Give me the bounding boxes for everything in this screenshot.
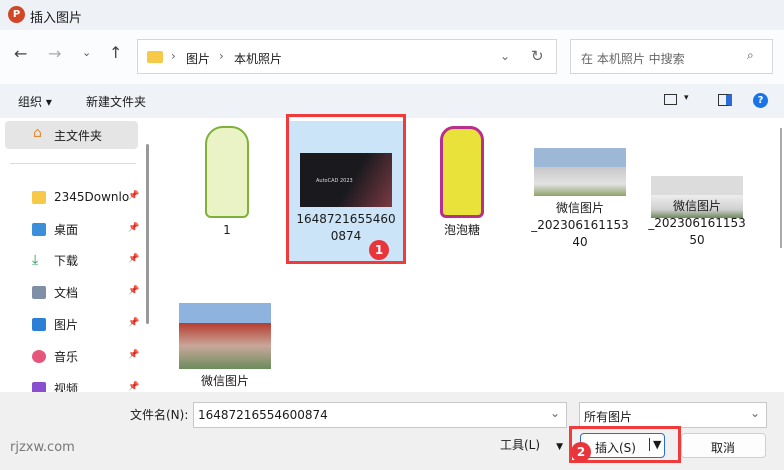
tools-button[interactable]: 工具(L) ▼ — [500, 436, 563, 453]
watermark: rjzxw.com — [10, 440, 75, 455]
sidebar-item-documents[interactable]: 文档 — [32, 280, 78, 304]
desktop-icon — [32, 222, 46, 236]
file-name: 1 — [223, 223, 231, 237]
annotation-box-selected — [286, 114, 406, 264]
folder-icon — [32, 190, 46, 204]
file-name: 微信图片 — [200, 374, 249, 388]
file-item[interactable]: 1 — [169, 126, 285, 239]
file-type-select[interactable]: 所有图片 ⌄ — [579, 402, 767, 428]
pin-icon: 📌 — [128, 382, 140, 392]
step-badge-1: 1 — [369, 240, 389, 260]
file-name: 泡泡糖 — [443, 223, 480, 237]
music-icon — [32, 349, 46, 363]
pin-icon: 📌 — [128, 254, 140, 264]
sidebar-item-downloads[interactable]: ⤓ 下载 — [32, 248, 78, 272]
step-badge-2: 2 — [571, 442, 591, 462]
sidebar-item-label: 桌面 — [54, 222, 79, 237]
filename-input[interactable]: 16487216554600874 ⌄ — [193, 402, 567, 428]
breadcrumb-pictures[interactable]: 图片 — [186, 50, 210, 67]
sidebar-item-desktop[interactable]: 桌面 — [32, 217, 78, 241]
help-icon[interactable]: ? — [753, 93, 768, 108]
view-icon[interactable] — [664, 94, 677, 105]
pin-icon: 📌 — [128, 286, 140, 296]
recent-dropdown-icon[interactable]: ⌄ — [82, 46, 91, 59]
chevron-right-icon: › — [219, 49, 224, 63]
navigation-bar: ← → ⌄ ↑ › 图片 › 本机照片 ⌄ ↻ 在 本机照片 中搜索 ⌕ — [0, 30, 784, 84]
new-folder-button[interactable]: 新建文件夹 — [86, 93, 146, 110]
command-bar: 组织 ▾ 新建文件夹 ▾ ? — [0, 84, 784, 118]
file-thumbnail — [205, 126, 249, 218]
file-item[interactable]: 微信图片 _202306161153 50 — [639, 176, 755, 249]
tools-label: 工具(L) — [500, 438, 541, 452]
home-icon: ⌂ — [33, 125, 42, 141]
content-scrollbar[interactable] — [780, 128, 782, 248]
file-name: 微信图片 _202306161153 50 — [648, 199, 746, 247]
download-icon: ⤓ — [32, 252, 39, 268]
sidebar-item-music[interactable]: 音乐 — [32, 344, 78, 368]
file-item[interactable]: 微信图片 _202306161153 40 — [522, 148, 638, 251]
search-icon[interactable]: ⌕ — [747, 48, 754, 63]
sidebar-item-label: 下载 — [54, 253, 79, 268]
cancel-label: 取消 — [711, 441, 736, 455]
address-bar[interactable]: › 图片 › 本机照片 ⌄ ↻ — [137, 39, 557, 74]
file-list: 1 AutoCAD 2023 1648721655460 0874 泡泡糖 微信… — [155, 118, 784, 392]
forward-icon[interactable]: → — [48, 44, 61, 63]
file-name: 微信图片 _202306161153 40 — [531, 201, 629, 249]
sidebar-item-home[interactable]: ⌂ 主文件夹 — [5, 121, 138, 149]
file-thumbnail — [440, 126, 484, 218]
file-type-value: 所有图片 — [584, 410, 633, 424]
sidebar-scrollbar[interactable] — [146, 144, 149, 324]
preview-pane-icon[interactable] — [718, 94, 732, 106]
address-dropdown-icon[interactable]: ⌄ — [500, 49, 510, 63]
organize-button[interactable]: 组织 ▾ — [18, 93, 52, 110]
picture-icon — [32, 317, 46, 331]
sidebar-item-label: 主文件夹 — [54, 129, 103, 143]
divider — [10, 163, 136, 164]
folder-icon — [147, 51, 163, 63]
navigation-pane: ⌂ 主文件夹 2345Downlo 桌面 ⤓ 下载 文档 图片 音乐 视频 📌 📌… — [0, 118, 150, 396]
pin-icon: 📌 — [128, 191, 140, 201]
sidebar-item-label: 音乐 — [54, 349, 79, 364]
sidebar-item-label: 图片 — [54, 317, 79, 332]
view-dropdown-icon[interactable]: ▾ — [684, 93, 689, 103]
sidebar-item-label: 文档 — [54, 285, 79, 300]
dropdown-icon: ▼ — [556, 442, 563, 452]
refresh-icon[interactable]: ↻ — [531, 47, 544, 65]
filename-label: 文件名(N): — [130, 408, 189, 422]
document-icon — [32, 285, 46, 299]
chevron-right-icon: › — [171, 49, 176, 63]
powerpoint-icon: P — [8, 6, 25, 23]
sidebar-item-2345downloads[interactable]: 2345Downlo — [32, 185, 129, 209]
file-thumbnail — [534, 148, 626, 196]
up-icon[interactable]: ↑ — [109, 43, 122, 62]
file-thumbnail — [179, 303, 271, 369]
window-title: 插入图片 — [30, 11, 83, 26]
pin-icon: 📌 — [128, 318, 140, 328]
file-item[interactable]: 泡泡糖 — [404, 126, 520, 239]
filename-value: 16487216554600874 — [198, 408, 328, 422]
sidebar-item-pictures[interactable]: 图片 — [32, 312, 78, 336]
pin-icon: 📌 — [128, 223, 140, 233]
file-item[interactable]: 微信图片 — [167, 303, 283, 390]
organize-label: 组织 — [18, 95, 43, 109]
back-icon[interactable]: ← — [14, 44, 27, 63]
breadcrumb-local-photos[interactable]: 本机照片 — [234, 50, 282, 67]
search-box[interactable]: 在 本机照片 中搜索 ⌕ — [570, 39, 773, 74]
chevron-down-icon[interactable]: ⌄ — [750, 406, 760, 420]
search-input[interactable]: 在 本机照片 中搜索 — [581, 50, 685, 67]
cancel-button[interactable]: 取消 — [681, 433, 766, 458]
chevron-down-icon[interactable]: ⌄ — [550, 406, 560, 420]
sidebar-item-label: 2345Downlo — [54, 190, 130, 204]
pin-icon: 📌 — [128, 350, 140, 360]
title-bar: P 插入图片 — [0, 0, 784, 30]
